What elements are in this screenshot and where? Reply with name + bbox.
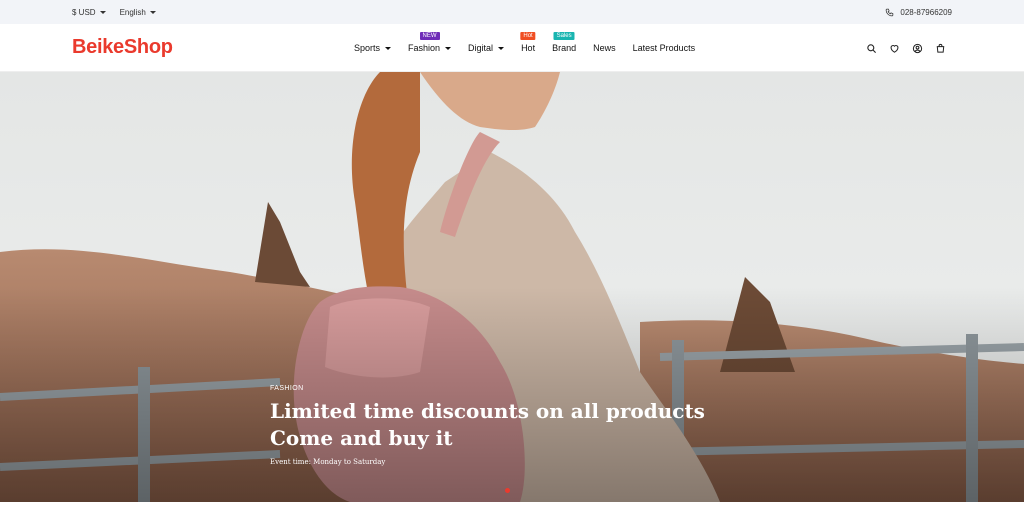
phone-number: 028-87966209 [900,7,952,17]
hero-category: FASHION [270,385,304,392]
nav-item-fashion[interactable]: NEW Fashion [408,32,452,53]
chevron-down-icon [149,10,156,14]
hero-title-line1: Limited time discounts on all products [270,399,705,423]
chevron-down-icon [99,10,106,14]
currency-selector[interactable]: $ USD [72,8,106,17]
nav-label: Digital [468,43,494,53]
sales-badge: Sales [553,32,575,40]
nav-item-hot[interactable]: Hot Hot [520,32,536,53]
nav-item-digital[interactable]: Digital [468,43,505,53]
account-icon[interactable] [912,43,923,54]
chevron-down-icon [498,46,505,50]
main-header: BeikeShop Sports NEW Fashion Digital Hot… [0,24,1024,72]
nav-label: Hot [521,43,536,53]
nav-item-brand[interactable]: Sales Brand [552,32,577,53]
top-bar-left: $ USD English [72,8,156,17]
chevron-down-icon [445,46,452,50]
phone-icon [886,8,894,16]
phone-contact: 028-87966209 [885,8,952,17]
main-nav: Sports NEW Fashion Digital Hot Hot Sales… [354,24,695,72]
nav-item-latest-products[interactable]: Latest Products [633,43,696,53]
nav-label: News [593,43,616,53]
hero-caption: FASHION Limited time discounts on all pr… [270,385,705,466]
language-label: English [119,7,146,17]
chevron-down-icon [385,46,392,50]
new-badge: NEW [419,32,440,40]
hero-title: Limited time discounts on all products C… [270,398,705,452]
hero-event-time: Event time: Monday to Saturday [270,458,386,466]
site-logo[interactable]: BeikeShop [72,36,173,59]
heart-icon[interactable] [889,43,900,54]
language-selector[interactable]: English [120,8,156,17]
nav-item-news[interactable]: News [593,43,616,53]
header-actions [866,24,946,72]
nav-label: Sports [354,43,381,53]
top-bar: $ USD English 028-87966209 [0,0,1024,24]
search-icon[interactable] [866,43,877,54]
nav-label: Latest Products [632,43,696,53]
hero-title-line2: Come and buy it [270,426,453,450]
hero-banner[interactable]: FASHION Limited time discounts on all pr… [0,72,1024,502]
carousel-pagination [505,488,510,493]
nav-item-sports[interactable]: Sports [354,43,392,53]
nav-label: Fashion [408,43,441,53]
nav-label: Brand [552,43,577,53]
cart-icon[interactable] [935,43,946,54]
carousel-dot-active[interactable] [505,488,510,493]
currency-label: $ USD [72,7,96,17]
hot-badge: Hot [520,32,536,40]
